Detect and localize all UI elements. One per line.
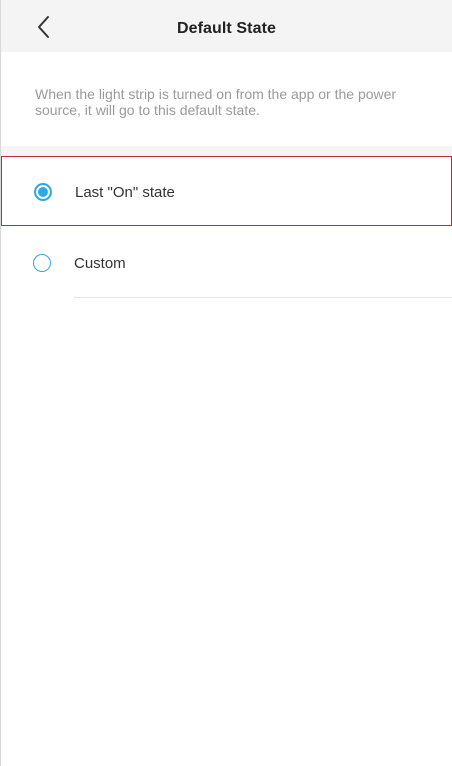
header-bar: Default State (1, 0, 452, 52)
section-divider (1, 146, 452, 156)
option-divider (74, 297, 452, 298)
description-text: When the light strip is turned on from t… (35, 86, 397, 118)
radio-unselected-icon[interactable] (33, 254, 51, 272)
radio-selected-icon[interactable] (34, 183, 52, 201)
option-label: Last "On" state (75, 184, 175, 201)
option-label: Custom (74, 255, 126, 272)
page-title: Default State (176, 20, 277, 37)
default-state-screen: Default State When the light strip is tu… (0, 0, 452, 766)
option-last-on-state[interactable]: Last "On" state (1, 156, 452, 226)
option-custom[interactable]: Custom (1, 228, 452, 298)
